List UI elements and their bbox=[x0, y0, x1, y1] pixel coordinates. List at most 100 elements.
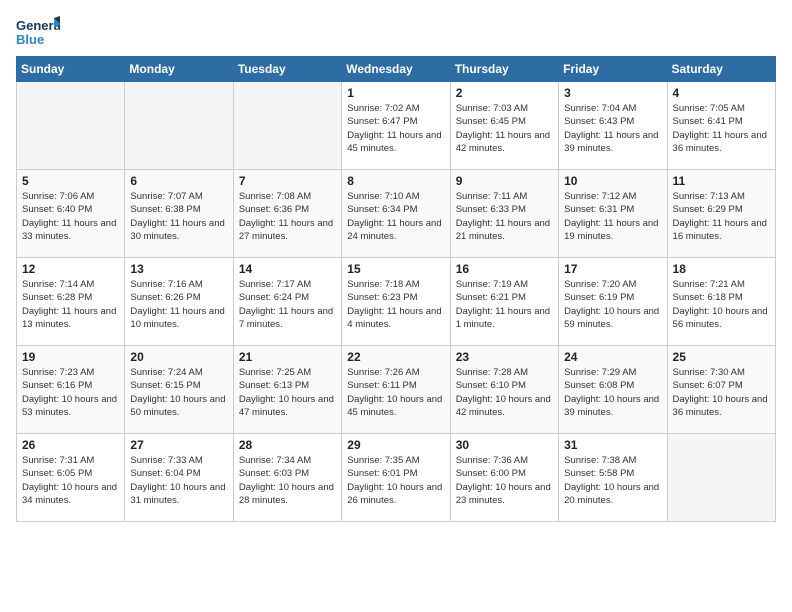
calendar-cell: 22Sunrise: 7:26 AMSunset: 6:11 PMDayligh… bbox=[342, 346, 450, 434]
day-number: 18 bbox=[673, 262, 770, 276]
calendar-cell: 25 Sunrise: 7:30 AMSunset: 6:07 PMDayligh… bbox=[667, 346, 775, 434]
day-number: 28 bbox=[239, 438, 336, 452]
weekday-header-sunday: Sunday bbox=[17, 57, 125, 82]
day-number: 12 bbox=[22, 262, 119, 276]
weekday-header-tuesday: Tuesday bbox=[233, 57, 341, 82]
weekday-header-wednesday: Wednesday bbox=[342, 57, 450, 82]
day-info: Sunrise: 7:23 AMSunset: 6:16 PMDaylight:… bbox=[22, 366, 119, 419]
logo-bird-icon: General Blue bbox=[16, 16, 60, 46]
calendar-cell bbox=[17, 82, 125, 170]
day-number: 15 bbox=[347, 262, 444, 276]
day-info: Sunrise: 7:13 AMSunset: 6:29 PMDaylight:… bbox=[673, 190, 770, 243]
day-number: 16 bbox=[456, 262, 553, 276]
day-info: Sunrise: 7:20 AMSunset: 6:19 PMDaylight:… bbox=[564, 278, 661, 331]
day-info: Sunrise: 7:25 AMSunset: 6:13 PMDaylight:… bbox=[239, 366, 336, 419]
day-info: Sunrise: 7:38 AMSunset: 5:58 PMDaylight:… bbox=[564, 454, 661, 507]
day-number: 2 bbox=[456, 86, 553, 100]
svg-text:General: General bbox=[16, 18, 60, 33]
calendar-week-row: 12 Sunrise: 7:14 AMSunset: 6:28 PMDayligh… bbox=[17, 258, 776, 346]
day-number: 17 bbox=[564, 262, 661, 276]
day-number: 8 bbox=[347, 174, 444, 188]
day-number: 25 bbox=[673, 350, 770, 364]
day-info: Sunrise: 7:28 AMSunset: 6:10 PMDaylight:… bbox=[456, 366, 553, 419]
day-info: Sunrise: 7:08 AMSunset: 6:36 PMDaylight:… bbox=[239, 190, 336, 243]
day-info: Sunrise: 7:14 AMSunset: 6:28 PMDaylight:… bbox=[22, 278, 119, 331]
calendar-cell: 8 Sunrise: 7:10 AMSunset: 6:34 PMDaylight… bbox=[342, 170, 450, 258]
day-number: 3 bbox=[564, 86, 661, 100]
day-number: 27 bbox=[130, 438, 227, 452]
calendar-cell: 31Sunrise: 7:38 AMSunset: 5:58 PMDayligh… bbox=[559, 434, 667, 522]
day-info: Sunrise: 7:02 AMSunset: 6:47 PMDaylight:… bbox=[347, 102, 444, 155]
calendar-cell: 16 Sunrise: 7:19 AMSunset: 6:21 PMDayligh… bbox=[450, 258, 558, 346]
calendar-cell: 11 Sunrise: 7:13 AMSunset: 6:29 PMDayligh… bbox=[667, 170, 775, 258]
weekday-header-monday: Monday bbox=[125, 57, 233, 82]
day-info: Sunrise: 7:34 AMSunset: 6:03 PMDaylight:… bbox=[239, 454, 336, 507]
day-info: Sunrise: 7:33 AMSunset: 6:04 PMDaylight:… bbox=[130, 454, 227, 507]
calendar-cell: 15 Sunrise: 7:18 AMSunset: 6:23 PMDayligh… bbox=[342, 258, 450, 346]
weekday-header-row: SundayMondayTuesdayWednesdayThursdayFrid… bbox=[17, 57, 776, 82]
calendar-cell: 2Sunrise: 7:03 AMSunset: 6:45 PMDaylight… bbox=[450, 82, 558, 170]
logo: General Blue bbox=[16, 16, 60, 46]
calendar-cell: 5 Sunrise: 7:06 AMSunset: 6:40 PMDaylight… bbox=[17, 170, 125, 258]
day-number: 5 bbox=[22, 174, 119, 188]
calendar-cell: 12 Sunrise: 7:14 AMSunset: 6:28 PMDayligh… bbox=[17, 258, 125, 346]
calendar-cell: 20Sunrise: 7:24 AMSunset: 6:15 PMDayligh… bbox=[125, 346, 233, 434]
day-info: Sunrise: 7:04 AMSunset: 6:43 PMDaylight:… bbox=[564, 102, 661, 155]
day-number: 29 bbox=[347, 438, 444, 452]
calendar-cell: 6Sunrise: 7:07 AMSunset: 6:38 PMDaylight… bbox=[125, 170, 233, 258]
day-info: Sunrise: 7:05 AMSunset: 6:41 PMDaylight:… bbox=[673, 102, 770, 155]
calendar-cell: 13 Sunrise: 7:16 AMSunset: 6:26 PMDayligh… bbox=[125, 258, 233, 346]
day-number: 21 bbox=[239, 350, 336, 364]
day-info: Sunrise: 7:07 AMSunset: 6:38 PMDaylight:… bbox=[130, 190, 227, 243]
day-info: Sunrise: 7:18 AMSunset: 6:23 PMDaylight:… bbox=[347, 278, 444, 331]
calendar-cell bbox=[667, 434, 775, 522]
day-info: Sunrise: 7:19 AMSunset: 6:21 PMDaylight:… bbox=[456, 278, 553, 331]
day-number: 1 bbox=[347, 86, 444, 100]
day-info: Sunrise: 7:06 AMSunset: 6:40 PMDaylight:… bbox=[22, 190, 119, 243]
day-number: 11 bbox=[673, 174, 770, 188]
day-number: 7 bbox=[239, 174, 336, 188]
day-info: Sunrise: 7:26 AMSunset: 6:11 PMDaylight:… bbox=[347, 366, 444, 419]
day-number: 13 bbox=[130, 262, 227, 276]
day-number: 30 bbox=[456, 438, 553, 452]
calendar-week-row: 26 Sunrise: 7:31 AMSunset: 6:05 PMDayligh… bbox=[17, 434, 776, 522]
day-info: Sunrise: 7:10 AMSunset: 6:34 PMDaylight:… bbox=[347, 190, 444, 243]
day-info: Sunrise: 7:24 AMSunset: 6:15 PMDaylight:… bbox=[130, 366, 227, 419]
calendar-cell: 27 Sunrise: 7:33 AMSunset: 6:04 PMDayligh… bbox=[125, 434, 233, 522]
day-info: Sunrise: 7:16 AMSunset: 6:26 PMDaylight:… bbox=[130, 278, 227, 331]
calendar-cell: 7 Sunrise: 7:08 AMSunset: 6:36 PMDaylight… bbox=[233, 170, 341, 258]
calendar-cell bbox=[125, 82, 233, 170]
calendar-cell: 14Sunrise: 7:17 AMSunset: 6:24 PMDayligh… bbox=[233, 258, 341, 346]
calendar-cell: 4Sunrise: 7:05 AMSunset: 6:41 PMDaylight… bbox=[667, 82, 775, 170]
calendar-cell: 1 Sunrise: 7:02 AMSunset: 6:47 PMDaylight… bbox=[342, 82, 450, 170]
day-info: Sunrise: 7:29 AMSunset: 6:08 PMDaylight:… bbox=[564, 366, 661, 419]
svg-text:Blue: Blue bbox=[16, 32, 44, 46]
calendar-cell: 18 Sunrise: 7:21 AMSunset: 6:18 PMDayligh… bbox=[667, 258, 775, 346]
day-info: Sunrise: 7:36 AMSunset: 6:00 PMDaylight:… bbox=[456, 454, 553, 507]
day-number: 10 bbox=[564, 174, 661, 188]
calendar-cell: 23Sunrise: 7:28 AMSunset: 6:10 PMDayligh… bbox=[450, 346, 558, 434]
calendar-cell bbox=[233, 82, 341, 170]
day-info: Sunrise: 7:30 AMSunset: 6:07 PMDaylight:… bbox=[673, 366, 770, 419]
calendar-cell: 17 Sunrise: 7:20 AMSunset: 6:19 PMDayligh… bbox=[559, 258, 667, 346]
calendar-cell: 19 Sunrise: 7:23 AMSunset: 6:16 PMDayligh… bbox=[17, 346, 125, 434]
calendar-cell: 28 Sunrise: 7:34 AMSunset: 6:03 PMDayligh… bbox=[233, 434, 341, 522]
day-info: Sunrise: 7:21 AMSunset: 6:18 PMDaylight:… bbox=[673, 278, 770, 331]
day-number: 19 bbox=[22, 350, 119, 364]
calendar-cell: 24 Sunrise: 7:29 AMSunset: 6:08 PMDayligh… bbox=[559, 346, 667, 434]
weekday-header-saturday: Saturday bbox=[667, 57, 775, 82]
day-info: Sunrise: 7:11 AMSunset: 6:33 PMDaylight:… bbox=[456, 190, 553, 243]
header: General Blue bbox=[16, 16, 776, 46]
calendar-cell: 9 Sunrise: 7:11 AMSunset: 6:33 PMDaylight… bbox=[450, 170, 558, 258]
day-number: 9 bbox=[456, 174, 553, 188]
day-info: Sunrise: 7:31 AMSunset: 6:05 PMDaylight:… bbox=[22, 454, 119, 507]
day-info: Sunrise: 7:12 AMSunset: 6:31 PMDaylight:… bbox=[564, 190, 661, 243]
day-number: 24 bbox=[564, 350, 661, 364]
day-info: Sunrise: 7:35 AMSunset: 6:01 PMDaylight:… bbox=[347, 454, 444, 507]
calendar-week-row: 19 Sunrise: 7:23 AMSunset: 6:16 PMDayligh… bbox=[17, 346, 776, 434]
calendar-cell: 10 Sunrise: 7:12 AMSunset: 6:31 PMDayligh… bbox=[559, 170, 667, 258]
day-number: 26 bbox=[22, 438, 119, 452]
calendar-cell: 21 Sunrise: 7:25 AMSunset: 6:13 PMDayligh… bbox=[233, 346, 341, 434]
calendar-table: SundayMondayTuesdayWednesdayThursdayFrid… bbox=[16, 56, 776, 522]
weekday-header-friday: Friday bbox=[559, 57, 667, 82]
